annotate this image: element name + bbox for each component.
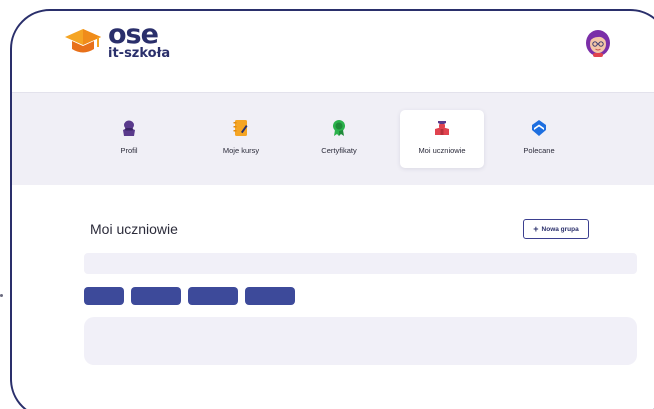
user-icon: [123, 120, 135, 136]
group-chip[interactable]: [131, 287, 181, 305]
search-filter-bar[interactable]: [84, 253, 637, 274]
group-chip[interactable]: [245, 287, 295, 305]
nav-item-polecane[interactable]: Polecane: [497, 110, 581, 168]
plus-icon: +: [533, 223, 539, 234]
logo[interactable]: ose it-szkoła: [64, 21, 170, 60]
page-title: Moi uczniowie: [90, 221, 178, 237]
nav-item-moje-kursy[interactable]: Moje kursy: [199, 110, 283, 168]
app-frame: ose it-szkoła Profil Moje kursy Certyfik…: [10, 9, 654, 409]
notebook-icon: [233, 120, 248, 136]
nav-item-profil[interactable]: Profil: [87, 110, 171, 168]
group-chip[interactable]: [84, 287, 124, 305]
recommend-icon: [532, 120, 546, 136]
nav-label-certyfikaty: Certyfikaty: [321, 146, 357, 155]
nav-item-moi-uczniowie[interactable]: Moi uczniowie: [400, 110, 484, 168]
new-group-label: Nowa grupa: [541, 225, 579, 233]
logo-wordmark: ose: [108, 19, 159, 50]
group-chip[interactable]: [188, 287, 238, 305]
nav-label-profil: Profil: [120, 146, 138, 155]
nav-label-moje-kursy: Moje kursy: [222, 146, 260, 155]
nav-label-polecane: Polecane: [523, 146, 555, 155]
header: ose it-szkoła: [12, 11, 654, 91]
new-group-button[interactable]: + Nowa grupa: [523, 219, 589, 239]
avatar[interactable]: [584, 28, 612, 58]
students-panel: [84, 317, 637, 365]
nav-item-certyfikaty[interactable]: Certyfikaty: [297, 110, 381, 168]
logo-subtitle: it-szkoła: [108, 46, 171, 61]
decorative-dot: [0, 294, 3, 297]
main-nav: Profil Moje kursy Certyfikaty Moi ucznio…: [12, 92, 654, 185]
students-icon: [435, 121, 449, 135]
graduation-cap-icon: [65, 28, 101, 52]
award-icon: [333, 120, 345, 136]
nav-label-moi-uczniowie: Moi uczniowie: [418, 146, 466, 155]
